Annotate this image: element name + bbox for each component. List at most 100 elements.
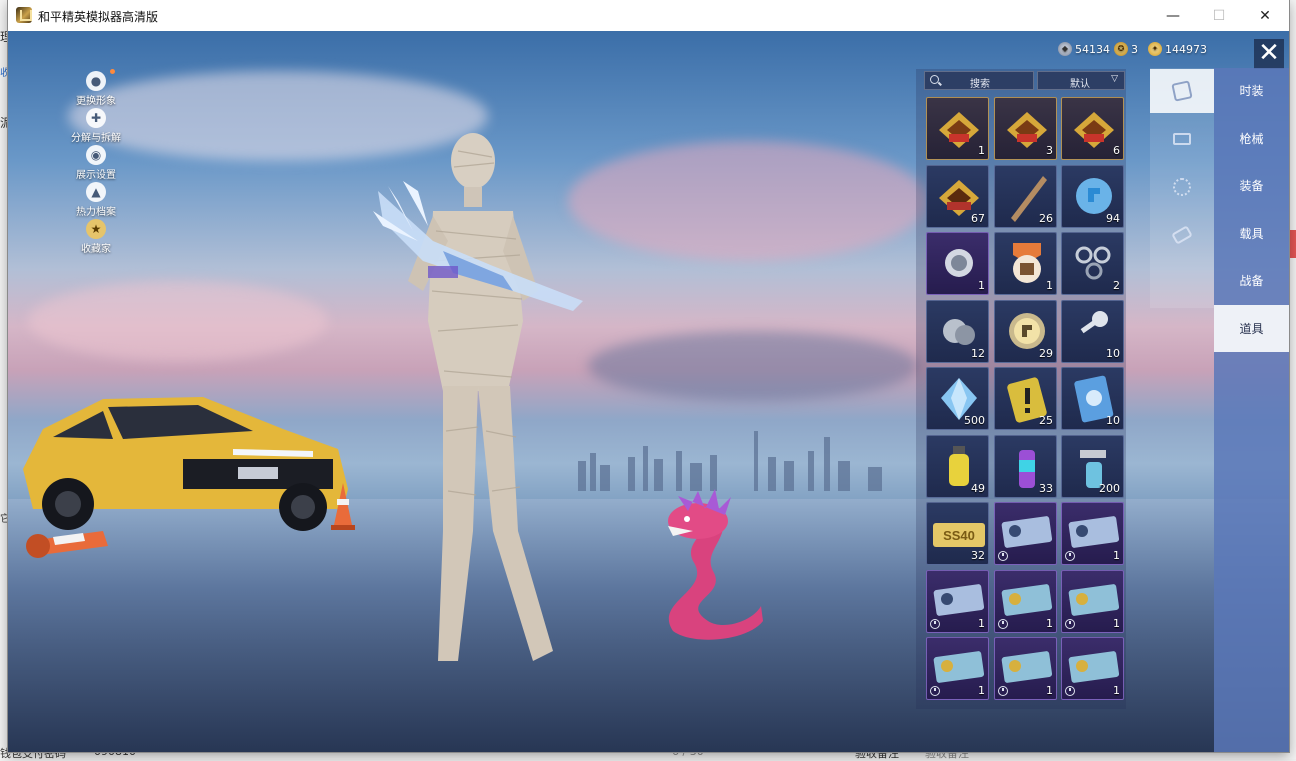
chevron-down-icon: ▽	[1111, 74, 1118, 84]
item-count: 1	[1046, 616, 1053, 630]
item-count: 10	[1106, 414, 1120, 427]
category-tab[interactable]: 时装	[1214, 67, 1289, 114]
inventory-slot[interactable]: 1	[1061, 637, 1124, 700]
item-count: 26	[1039, 211, 1053, 225]
crate-tab-icon[interactable]	[1150, 117, 1214, 161]
side-menu-display-settings[interactable]: ◉ 展示设置	[68, 145, 124, 181]
background-tab	[1288, 230, 1296, 258]
item-count: 6	[1113, 144, 1120, 157]
item-count: 3	[1046, 144, 1053, 157]
window-title: 和平精英模拟器高清版	[38, 10, 159, 24]
currency-gold: ✦ 144973	[1148, 41, 1207, 57]
cloud	[568, 141, 928, 261]
search-input[interactable]: 搜索	[924, 71, 1034, 90]
category-tab[interactable]: 道具	[1214, 304, 1289, 352]
item-count: 25	[1039, 414, 1053, 427]
app-logo-icon	[16, 7, 32, 23]
item-count: 1	[978, 279, 985, 292]
inventory-slot[interactable]: 1	[1061, 502, 1124, 565]
inventory-slot[interactable]: 500	[926, 367, 989, 430]
currency-value: 3	[1131, 42, 1138, 56]
inventory-slot[interactable]: 1	[994, 569, 1057, 633]
item-count: 1	[1113, 684, 1120, 697]
inventory-slot[interactable]: 67	[926, 164, 989, 228]
inventory-slot[interactable]: SS40 32	[926, 502, 989, 565]
category-tab[interactable]: 载具	[1214, 210, 1289, 257]
person-icon: ●	[86, 71, 106, 91]
currency-value: 54134	[1075, 42, 1110, 56]
currency-silver: ◆ 54134	[1058, 41, 1110, 57]
category-tab[interactable]: 枪械	[1214, 115, 1289, 162]
firework-tab-icon[interactable]	[1150, 165, 1214, 209]
item-count: 1	[1046, 684, 1053, 697]
maximize-button[interactable]: ☐	[1196, 0, 1242, 31]
item-count: 32	[971, 549, 985, 562]
inventory-slot[interactable]: 1	[926, 97, 989, 160]
timer-icon	[1065, 618, 1075, 629]
ice-rifle	[373, 181, 583, 311]
inventory-slot[interactable]: 26	[994, 164, 1057, 228]
inventory-slot[interactable]: 10	[1061, 367, 1124, 430]
side-menu-change-appearance[interactable]: ● 更换形象	[68, 69, 124, 107]
side-menu-decompose[interactable]: ✚ 分解与拆解	[68, 108, 124, 144]
inventory-slot[interactable]: 3	[994, 97, 1057, 160]
inventory-slot[interactable]: 6	[1061, 97, 1124, 160]
ticket-tab-icon[interactable]	[1150, 213, 1214, 257]
cloud	[588, 331, 918, 401]
eye-icon: ◉	[86, 145, 106, 165]
inventory-slot[interactable]: 49	[926, 434, 989, 498]
close-inventory-icon[interactable]: ✕	[1254, 39, 1284, 69]
uc-icon: ✪	[1114, 42, 1128, 56]
flame-icon: ▲	[86, 182, 106, 202]
sort-label: 默认	[1070, 79, 1090, 90]
traffic-cone	[26, 531, 108, 558]
item-count: 29	[1039, 346, 1053, 360]
inventory-slot[interactable]: 1	[926, 637, 989, 700]
inventory-slot[interactable]: 94	[1061, 164, 1124, 228]
item-count: 67	[971, 211, 985, 225]
category-tab[interactable]: 装备	[1214, 162, 1289, 209]
item-count: 2	[1113, 279, 1120, 292]
close-window-button[interactable]: ✕	[1242, 0, 1288, 31]
currency-uc: ✪ 3	[1114, 41, 1138, 57]
inventory-slot[interactable]: 29	[994, 299, 1057, 363]
item-count: 94	[1106, 211, 1120, 225]
inventory-slot[interactable]: 2	[1061, 232, 1124, 295]
timer-icon	[930, 686, 940, 696]
inventory-slot[interactable]: 1	[926, 569, 989, 633]
timer-icon	[1065, 686, 1075, 696]
side-menu-label: 更换形象	[76, 96, 116, 107]
side-menu-heat-profile[interactable]: ▲ 热力档案	[68, 182, 124, 218]
inventory-slot[interactable]: 1	[926, 232, 989, 295]
inventory-slot[interactable]: 1	[994, 637, 1057, 700]
item-count: 33	[1039, 481, 1053, 495]
title-bar[interactable]: 和平精英模拟器高清版 — ☐ ✕	[8, 0, 1289, 31]
inventory-slot[interactable]: 1	[994, 232, 1057, 295]
item-count: 500	[964, 414, 985, 427]
inventory-slot[interactable]: 200	[1061, 434, 1124, 498]
notification-dot	[110, 69, 115, 74]
inventory-slot[interactable]: 33	[994, 434, 1057, 498]
inventory-slot[interactable]: 25	[994, 367, 1057, 430]
timer-icon	[998, 686, 1008, 696]
item-count: 1	[1113, 549, 1120, 562]
item-count: 1	[978, 144, 985, 157]
side-menu-collector[interactable]: ★ 收藏家	[68, 219, 124, 255]
sort-dropdown[interactable]: 默认 ▽	[1037, 71, 1125, 90]
item-count: 1	[1046, 279, 1053, 292]
item-count: 1	[1113, 616, 1120, 630]
inventory-slot[interactable]	[994, 502, 1057, 565]
minimize-button[interactable]: —	[1150, 0, 1196, 31]
category-tab[interactable]: 战备	[1214, 257, 1289, 304]
timer-icon	[998, 551, 1008, 561]
side-menu-label: 分解与拆解	[71, 133, 121, 144]
timer-icon	[930, 618, 940, 629]
emulator-window: 和平精英模拟器高清版 — ☐ ✕ ● 更换形象 ✚ 分解与拆解 ◉ 展示设置 ▲…	[8, 0, 1289, 752]
card-tab-icon[interactable]	[1150, 69, 1214, 113]
item-count: 49	[971, 481, 985, 495]
inventory-slot[interactable]: 10	[1061, 299, 1124, 363]
inventory-slot[interactable]: 1	[1061, 569, 1124, 633]
item-count: 1	[978, 616, 985, 630]
search-placeholder: 搜索	[970, 79, 990, 90]
inventory-slot[interactable]: 12	[926, 299, 989, 363]
